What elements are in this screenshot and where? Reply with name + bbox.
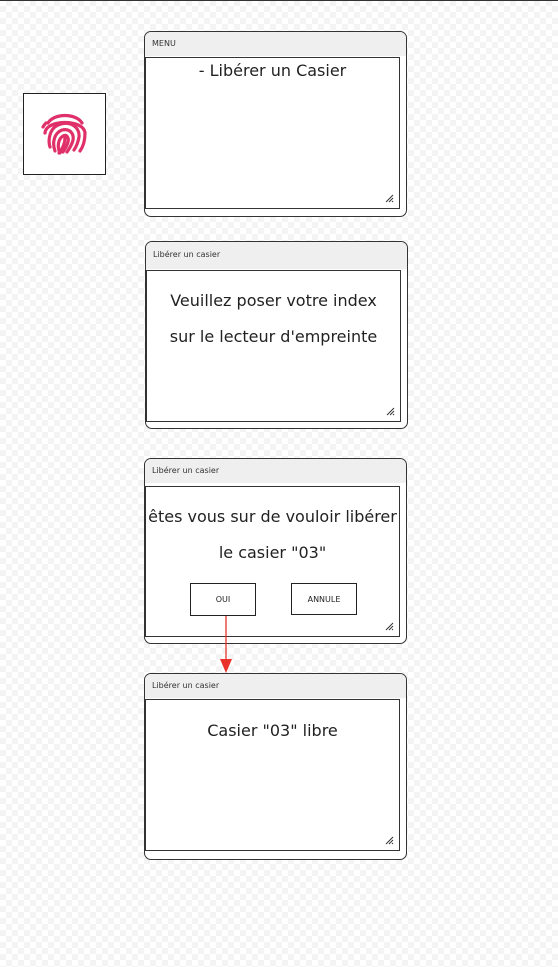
flow-arrow <box>220 616 232 673</box>
